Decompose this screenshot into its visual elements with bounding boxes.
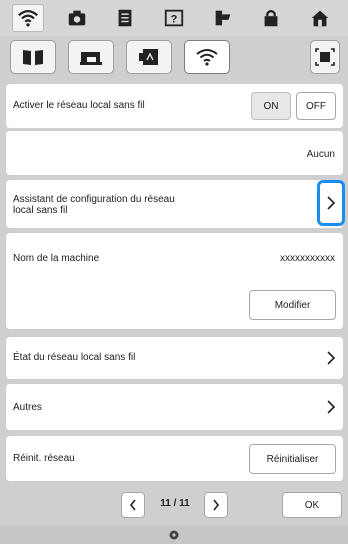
svg-text:?: ?: [171, 14, 178, 26]
wizard-chevron-button[interactable]: [317, 180, 345, 226]
chevron-right-icon: [325, 399, 337, 415]
fullscreen-icon: [315, 48, 335, 66]
wlan-status-label: État du réseau local sans fil: [13, 352, 136, 363]
next-page-button[interactable]: [204, 492, 228, 518]
ok-button[interactable]: OK: [282, 492, 342, 518]
lock-icon[interactable]: [255, 4, 287, 32]
pagination-bar: 11 / 11 OK: [0, 486, 348, 522]
wifi-icon[interactable]: [12, 4, 45, 32]
help-icon[interactable]: ?: [158, 4, 190, 32]
wlan-enable-row: Activer le réseau local sans fil ON OFF: [6, 84, 343, 128]
settings-tabs: [0, 36, 348, 80]
tab-wifi[interactable]: [184, 40, 230, 74]
thread-icon[interactable]: [207, 4, 239, 32]
ssid-value: Aucun: [306, 149, 335, 160]
others-row[interactable]: Autres: [6, 384, 343, 430]
machine-name-row: Nom de la machine xxxxxxxxxxx Modifier: [6, 233, 343, 329]
network-reset-label: Réinit. réseau: [13, 453, 75, 464]
chevron-left-icon: [129, 499, 136, 511]
wizard-label-line2: local sans fil: [13, 205, 68, 216]
machine-name-label: Nom de la machine: [13, 253, 100, 264]
top-toolbar: ?: [0, 0, 348, 36]
chevron-right-icon: [213, 499, 220, 511]
card-icon: [139, 49, 158, 65]
wifi-icon: [196, 49, 218, 66]
fullscreen-button[interactable]: [310, 40, 340, 74]
sewing-machine-icon: [80, 52, 102, 65]
wlan-off-button[interactable]: OFF: [296, 92, 336, 120]
tab-sewing[interactable]: [68, 40, 114, 74]
document-icon[interactable]: [109, 4, 141, 32]
modify-button[interactable]: Modifier: [249, 290, 336, 320]
chevron-right-icon: [327, 196, 336, 210]
bottom-bar: [0, 526, 348, 544]
wizard-row[interactable]: Assistant de configuration du réseau loc…: [6, 180, 343, 228]
machine-name-value: xxxxxxxxxxx: [280, 253, 335, 264]
settings-icon: [169, 530, 179, 540]
book-icon: [23, 50, 43, 65]
tab-general[interactable]: [10, 40, 56, 74]
tab-embroidery[interactable]: [126, 40, 172, 74]
home-icon[interactable]: [304, 4, 336, 32]
prev-page-button[interactable]: [121, 492, 145, 518]
others-label: Autres: [13, 402, 42, 413]
reset-button[interactable]: Réinitialiser: [249, 444, 336, 474]
page-indicator: 11 / 11: [160, 498, 190, 509]
wlan-enable-label: Activer le réseau local sans fil: [13, 100, 145, 111]
wlan-on-button[interactable]: ON: [251, 92, 291, 120]
chevron-right-icon: [325, 350, 337, 366]
network-reset-row: Réinit. réseau Réinitialiser: [6, 436, 343, 481]
ssid-row: Aucun: [6, 131, 343, 175]
wlan-status-row[interactable]: État du réseau local sans fil: [6, 337, 343, 379]
camera-icon[interactable]: [61, 4, 93, 32]
